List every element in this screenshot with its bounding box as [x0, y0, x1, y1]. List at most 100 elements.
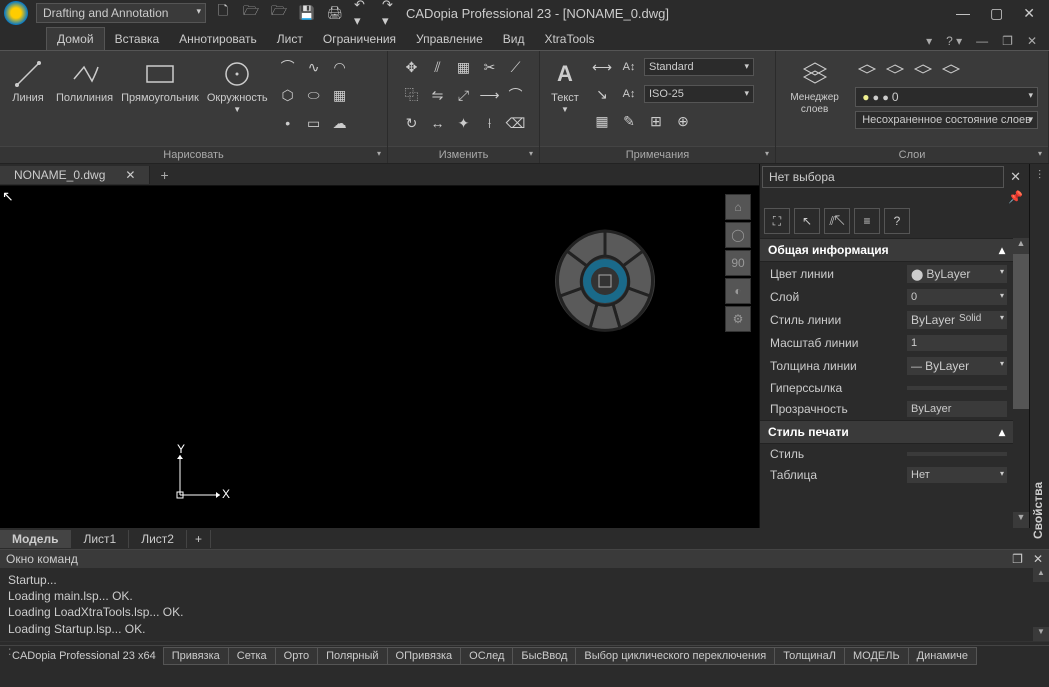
offset-icon[interactable]: ⫽: [426, 55, 450, 79]
polygon-icon[interactable]: ⬡: [276, 83, 300, 107]
tab-constraints[interactable]: Ограничения: [313, 28, 406, 50]
layer-lock-icon[interactable]: [939, 59, 963, 83]
status-osnap[interactable]: ОПривязка: [387, 647, 462, 665]
palette-menu-icon[interactable]: ⫶: [1030, 164, 1049, 183]
settings-icon[interactable]: ⚙: [725, 306, 751, 332]
text-button[interactable]: A Текст▼: [544, 55, 586, 116]
viewport[interactable]: ↖: [0, 186, 759, 528]
add-layout-button[interactable]: +: [187, 530, 211, 548]
open-icon[interactable]: 🗁: [242, 4, 260, 22]
help-icon[interactable]: ? ▾: [942, 32, 966, 50]
orbit-icon[interactable]: ◯: [725, 222, 751, 248]
move-icon[interactable]: ✥: [400, 55, 424, 79]
tab-home[interactable]: Домой: [46, 27, 105, 50]
ellipse-icon[interactable]: ⬭: [302, 83, 326, 107]
fillet-icon[interactable]: ⌒: [504, 83, 528, 107]
prop-hyperlink-value[interactable]: [907, 386, 1007, 390]
text-style-dropdown[interactable]: Standard: [644, 58, 754, 76]
prop-linescale-value[interactable]: 1: [907, 335, 1007, 351]
tab-sheet[interactable]: Лист: [267, 28, 313, 50]
hatch-icon[interactable]: ▦: [328, 83, 352, 107]
panel-layers-title[interactable]: Слои: [776, 146, 1048, 163]
select-similar-icon[interactable]: ⛶: [764, 208, 790, 234]
properties-tab-label[interactable]: Свойства: [1029, 474, 1047, 547]
ellipse-arc-icon[interactable]: ◠: [328, 55, 352, 79]
tab-manage[interactable]: Управление: [406, 28, 493, 50]
prop-linestyle-value[interactable]: ByLayer Solid: [907, 311, 1007, 329]
layout1-tab[interactable]: Лист1: [71, 530, 129, 548]
cmd-close-icon[interactable]: ✕: [1033, 552, 1043, 566]
spline-icon[interactable]: ∿: [302, 55, 326, 79]
section-general[interactable]: Общая информация▴: [760, 238, 1013, 262]
rotate-icon[interactable]: ↻: [400, 111, 424, 135]
point-icon[interactable]: •: [276, 111, 300, 135]
add-tab-button[interactable]: +: [150, 167, 178, 183]
pan-icon[interactable]: ◐: [725, 278, 751, 304]
status-cycle[interactable]: Выбор циклического переключения: [575, 647, 775, 665]
min-ribbon-icon[interactable]: —: [972, 32, 992, 50]
layer-iso-icon[interactable]: [855, 59, 879, 83]
dim-style-dropdown[interactable]: ISO-25: [644, 85, 754, 103]
stretch-icon[interactable]: ↔: [426, 111, 450, 135]
arc-icon[interactable]: ⌒: [276, 55, 300, 79]
maximize-button[interactable]: ▢: [986, 5, 1007, 22]
status-snap[interactable]: Привязка: [163, 647, 229, 665]
chamfer-icon[interactable]: ⟋: [504, 55, 528, 79]
tab-view[interactable]: Вид: [493, 28, 535, 50]
status-otrack[interactable]: ОСлед: [460, 647, 513, 665]
panel-modify-title[interactable]: Изменить: [388, 146, 539, 163]
erase-icon[interactable]: ⌫: [504, 111, 528, 135]
prop-layer-value[interactable]: 0: [907, 289, 1007, 305]
panel-close-icon[interactable]: ✕: [1004, 167, 1027, 187]
doc-tab[interactable]: NONAME_0.dwg✕: [0, 166, 150, 184]
tab-xtratools[interactable]: XtraTools: [534, 28, 604, 50]
props-scrollbar[interactable]: ▲▼: [1013, 238, 1029, 528]
center-icon[interactable]: ⊕: [671, 109, 695, 133]
layer-off-icon[interactable]: [911, 59, 935, 83]
section-plotstyle[interactable]: Стиль печати▴: [760, 420, 1013, 444]
layer-manager-button[interactable]: Менеджер слоев: [780, 55, 849, 117]
close-button[interactable]: ✕: [1019, 5, 1039, 22]
restore-icon[interactable]: ❐: [998, 32, 1017, 50]
minimize-button[interactable]: —: [952, 5, 974, 22]
prop-plottable-value[interactable]: Нет: [907, 467, 1007, 483]
prop-linecolor-value[interactable]: ⬤ ByLayer: [907, 265, 1007, 283]
save-icon[interactable]: 💾: [298, 4, 316, 22]
polyline-button[interactable]: Полилиния: [52, 55, 117, 107]
line-button[interactable]: Линия: [4, 55, 52, 107]
table-icon[interactable]: ▦: [590, 109, 614, 133]
status-polar[interactable]: Полярный: [317, 647, 387, 665]
panel-annotations-title[interactable]: Примечания: [540, 146, 775, 163]
layer-state-dropdown[interactable]: Несохраненное состояние слоев: [855, 111, 1038, 129]
cloud-icon[interactable]: ☁: [328, 111, 352, 135]
status-qinput[interactable]: БысВвод: [512, 647, 576, 665]
command-output[interactable]: Startup... Loading main.lsp... OK. Loadi…: [0, 568, 1049, 641]
workspace-dropdown[interactable]: Drafting and Annotation: [36, 3, 206, 23]
circle-button[interactable]: Окружность▼: [203, 55, 272, 116]
status-dyn[interactable]: Динамиче: [908, 647, 977, 665]
explode-icon[interactable]: ✦: [452, 111, 476, 135]
rectangle-button[interactable]: Прямоугольник: [117, 55, 203, 107]
region-icon[interactable]: ▭: [302, 111, 326, 135]
close-doc-icon[interactable]: ✕: [1023, 32, 1041, 50]
trim-icon[interactable]: ✂: [478, 55, 502, 79]
prop-lineweight-value[interactable]: — ByLayer: [907, 357, 1007, 375]
mleader-icon[interactable]: ✎: [617, 109, 641, 133]
undo-icon[interactable]: ↶ ▾: [354, 4, 372, 22]
tab-annotate[interactable]: Аннотировать: [169, 28, 267, 50]
selection-dropdown[interactable]: Нет выбора: [762, 166, 1004, 188]
copy-icon[interactable]: ⿻: [400, 83, 424, 107]
redo-icon[interactable]: ↷ ▾: [382, 4, 400, 22]
cmd-restore-icon[interactable]: ❐: [1012, 552, 1023, 566]
close-tab-icon[interactable]: ✕: [125, 168, 135, 182]
status-grid[interactable]: Сетка: [228, 647, 276, 665]
rotate-90-button[interactable]: 90: [725, 250, 751, 276]
leader-icon[interactable]: ↘: [590, 82, 614, 106]
quick-select-icon[interactable]: ⫽↖: [824, 208, 850, 234]
layout2-tab[interactable]: Лист2: [129, 530, 187, 548]
prop-transparency-value[interactable]: ByLayer: [907, 401, 1007, 417]
layer-freeze-icon[interactable]: [883, 59, 907, 83]
home-icon[interactable]: ⌂: [725, 194, 751, 220]
import-icon[interactable]: 🗁: [270, 4, 288, 22]
scale-icon[interactable]: ⤢: [452, 83, 476, 107]
